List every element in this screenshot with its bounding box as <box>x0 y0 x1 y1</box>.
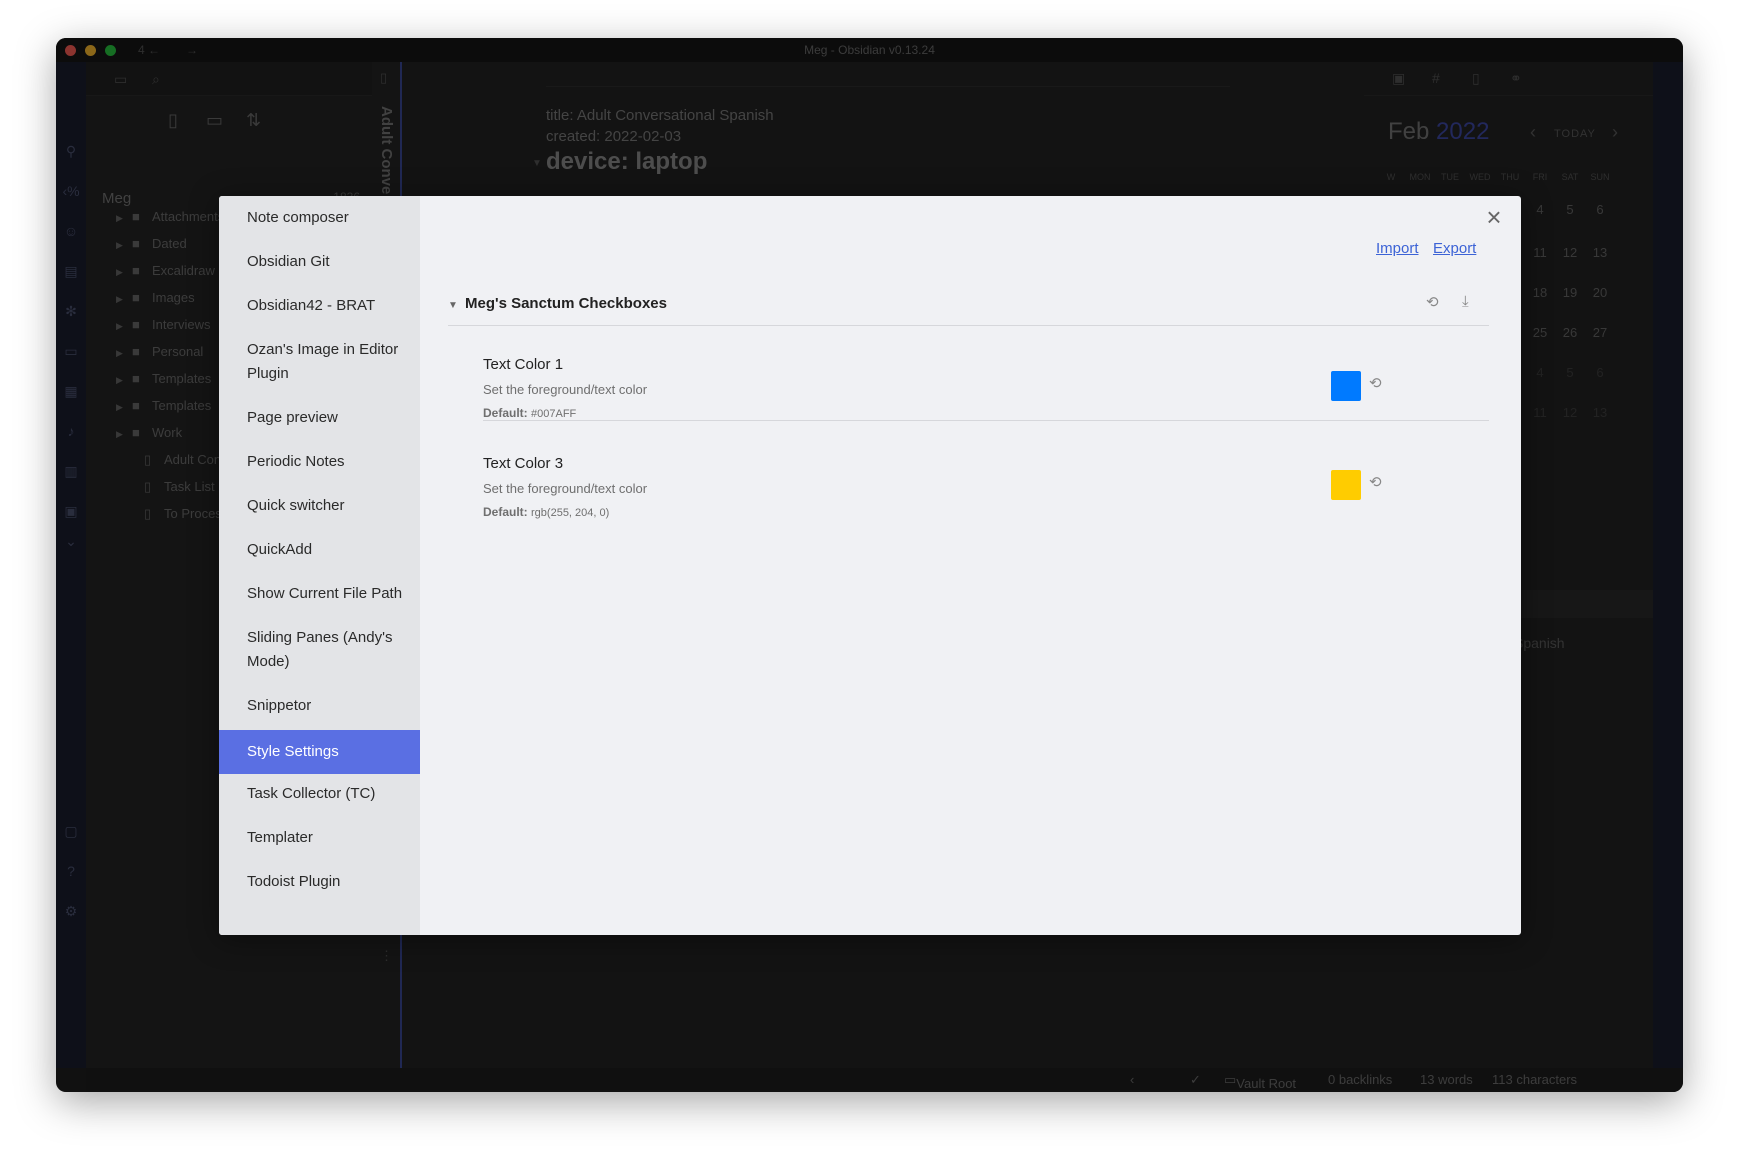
setting-default: Default: #007AFF <box>483 406 576 420</box>
setting-name: Text Color 3 <box>483 455 564 472</box>
default-value: rgb(255, 204, 0) <box>531 507 610 519</box>
setting-name: Text Color 1 <box>483 356 564 373</box>
settings-modal: Note composer Obsidian Git Obsidian42 - … <box>219 196 1521 935</box>
settings-sidebar: Note composer Obsidian Git Obsidian42 - … <box>219 196 420 935</box>
settings-section-header[interactable]: ▼ Meg's Sanctum Checkboxes ⟲ ⤓ <box>448 292 1489 326</box>
reset-icon[interactable]: ⟲ <box>1369 374 1382 392</box>
download-icon[interactable]: ⤓ <box>1462 293 1469 310</box>
default-value: #007AFF <box>531 408 577 420</box>
export-link[interactable]: Export <box>1433 240 1476 257</box>
setting-description: Set the foreground/text color <box>483 382 648 397</box>
reset-section-icon[interactable]: ⟲ <box>1426 293 1439 311</box>
settings-nav-item[interactable]: Templater <box>219 826 420 850</box>
color-swatch[interactable] <box>1331 470 1361 500</box>
setting-text-color-3: Text Color 3 Set the foreground/text col… <box>483 455 1489 525</box>
settings-nav-item[interactable]: Task Collector (TC) <box>219 782 420 806</box>
default-label: Default: <box>483 505 528 519</box>
default-label: Default: <box>483 406 528 420</box>
reset-icon[interactable]: ⟲ <box>1369 473 1382 491</box>
settings-nav-item[interactable]: Show Current File Path <box>219 582 420 606</box>
color-swatch[interactable] <box>1331 371 1361 401</box>
settings-nav-item[interactable]: QuickAdd <box>219 538 420 562</box>
settings-nav-item-style-settings[interactable]: Style Settings <box>219 730 420 774</box>
settings-content: × Import Export ▼ Meg's Sanctum Checkbox… <box>420 196 1521 935</box>
settings-nav-item[interactable]: Snippetor <box>219 694 420 718</box>
close-icon[interactable]: × <box>1481 204 1507 230</box>
settings-nav-item[interactable]: Obsidian42 - BRAT <box>219 294 420 318</box>
settings-nav-item[interactable]: Quick switcher <box>219 494 420 518</box>
setting-divider <box>483 420 1489 421</box>
import-link[interactable]: Import <box>1376 240 1419 257</box>
chevron-down-icon: ▼ <box>448 300 458 311</box>
settings-nav-item[interactable]: Note composer <box>219 206 420 230</box>
setting-text-color-1: Text Color 1 Set the foreground/text col… <box>483 356 1489 426</box>
setting-default: Default: rgb(255, 204, 0) <box>483 505 609 519</box>
settings-nav-item[interactable]: Todoist Plugin <box>219 870 420 894</box>
settings-nav-item[interactable]: Sliding Panes (Andy's Mode) <box>219 626 420 674</box>
settings-nav-item[interactable]: Ozan's Image in Editor Plugin <box>219 338 420 386</box>
setting-description: Set the foreground/text color <box>483 481 648 496</box>
settings-nav-item[interactable]: Periodic Notes <box>219 450 420 474</box>
settings-nav-item[interactable]: Page preview <box>219 406 420 430</box>
settings-nav-item[interactable]: Obsidian Git <box>219 250 420 274</box>
section-title: Meg's Sanctum Checkboxes <box>465 295 667 312</box>
